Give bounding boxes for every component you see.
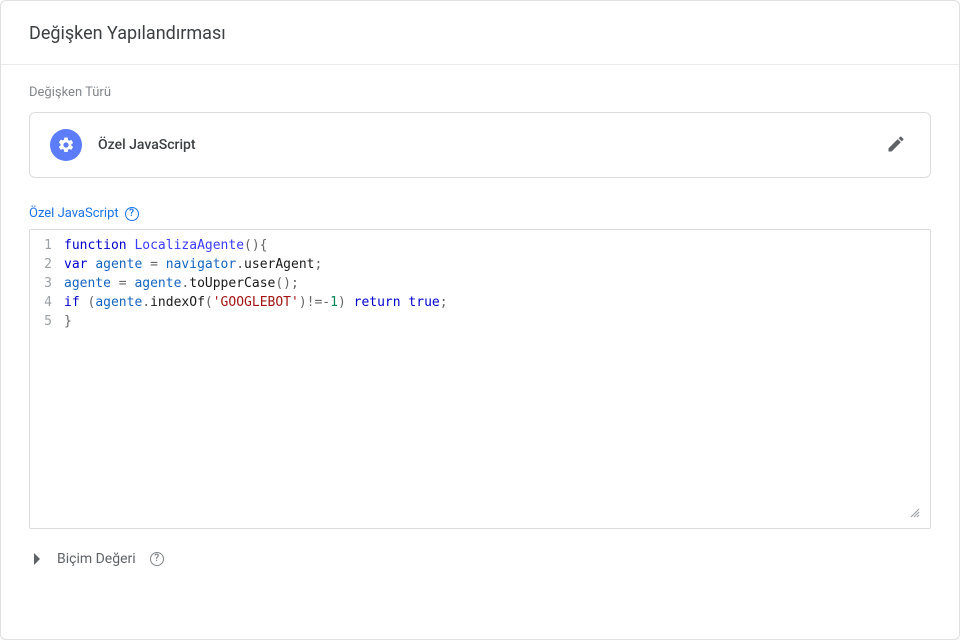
custom-js-title-text: Özel JavaScript <box>29 206 119 221</box>
help-icon[interactable]: ? <box>150 552 164 566</box>
variable-type-card[interactable]: Özel JavaScript <box>29 112 931 178</box>
variable-type-name: Özel JavaScript <box>98 137 866 153</box>
code-editor[interactable]: 12345 function LocalizaAgente(){ var age… <box>29 229 931 529</box>
panel-header: Değişken Yapılandırması <box>1 1 959 65</box>
help-icon[interactable]: ? <box>125 207 139 221</box>
format-value-row[interactable]: Biçim Değeri ? <box>29 529 931 585</box>
variable-config-panel: Değişken Yapılandırması Değişken Türü Öz… <box>0 0 960 640</box>
custom-js-title: Özel JavaScript ? <box>29 206 931 221</box>
pencil-icon <box>886 134 906 157</box>
code-area[interactable]: function LocalizaAgente(){ var agente = … <box>58 230 930 528</box>
edit-button[interactable] <box>882 131 910 159</box>
panel-title: Değişken Yapılandırması <box>29 23 931 44</box>
variable-type-label: Değişken Türü <box>29 85 931 100</box>
line-gutter: 12345 <box>30 230 58 528</box>
resize-handle-icon[interactable] <box>906 504 924 522</box>
panel-body: Değişken Türü Özel JavaScript Özel JavaS… <box>1 65 959 639</box>
chevron-right-icon <box>33 554 43 564</box>
gear-icon <box>50 129 82 161</box>
format-value-label: Biçim Değeri <box>57 551 136 567</box>
